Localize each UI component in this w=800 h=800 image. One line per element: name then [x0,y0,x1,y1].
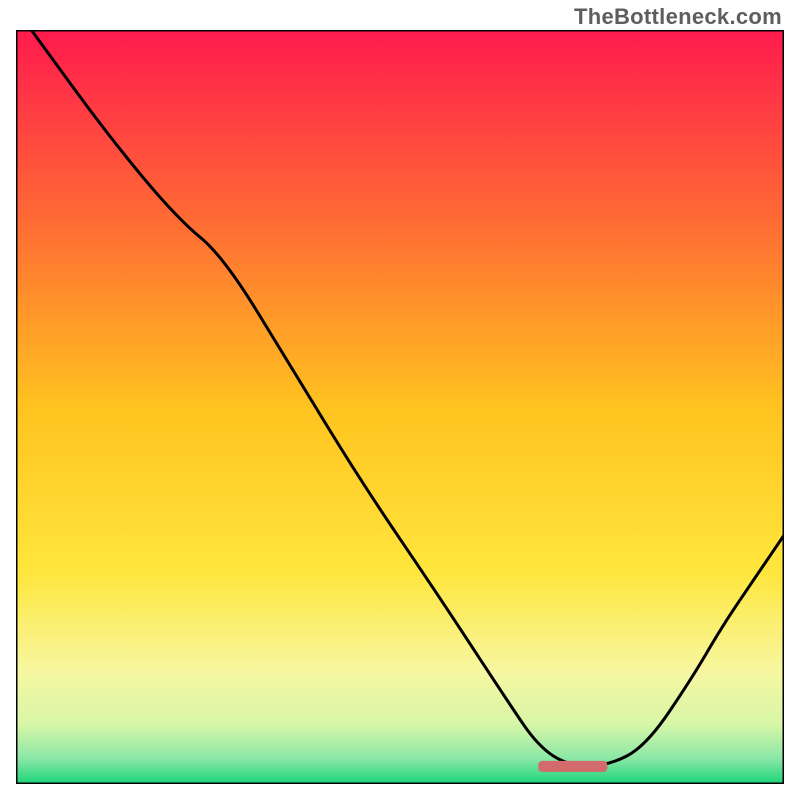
watermark-text: TheBottleneck.com [574,4,782,30]
chart-area [16,30,784,784]
gradient-background [16,30,784,784]
minimum-marker [538,761,607,772]
bottleneck-chart [16,30,784,784]
